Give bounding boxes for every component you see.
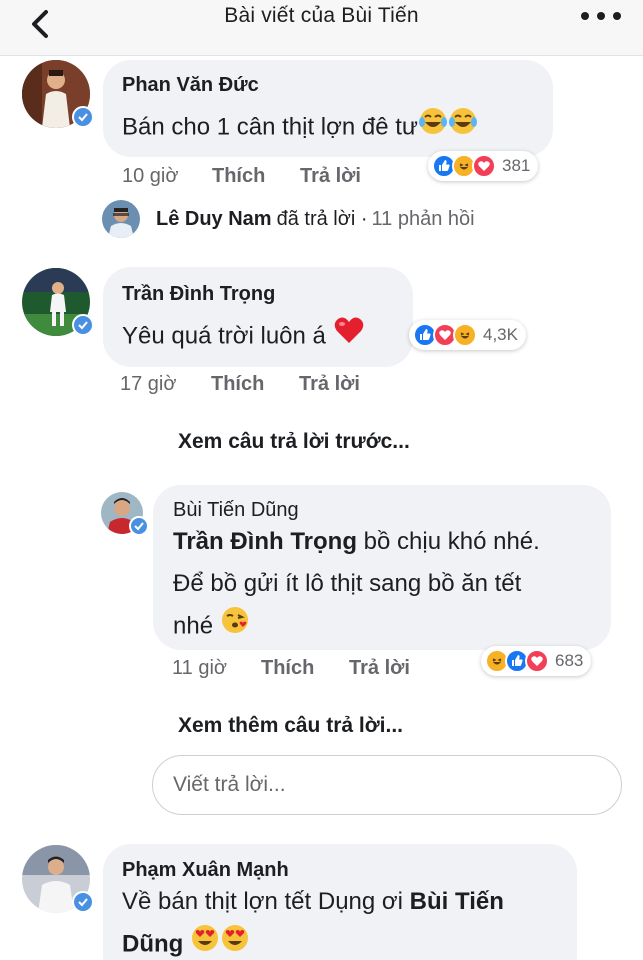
mention-link[interactable]: Bùi Tiến xyxy=(410,888,504,915)
verified-badge-icon xyxy=(72,106,94,128)
comment-text: Bán cho 1 cân thịt lợn đê tư xyxy=(122,106,478,150)
reply-time: 11 giờ xyxy=(172,657,227,679)
avatar[interactable] xyxy=(101,492,149,536)
view-previous-replies-link[interactable]: Xem câu trả lời trước... xyxy=(178,430,410,454)
reply-button[interactable]: Trả lời xyxy=(349,657,410,680)
reply-count: 11 phản hồi xyxy=(371,207,475,230)
mention-link[interactable]: Trần Đình Trọng xyxy=(173,528,357,555)
more-options-button[interactable] xyxy=(581,12,621,22)
avatar[interactable] xyxy=(22,268,94,336)
reply-input-box[interactable] xyxy=(152,755,622,815)
like-button[interactable]: Thích xyxy=(211,373,264,396)
reply-input[interactable] xyxy=(153,756,621,814)
view-more-replies-link[interactable]: Xem thêm câu trả lời... xyxy=(178,714,403,738)
laughing-tears-emoji xyxy=(418,106,448,150)
heart-eyes-emoji xyxy=(190,923,220,960)
reaction-count: 683 xyxy=(555,651,584,670)
reply-author[interactable]: Bùi Tiến Dũng xyxy=(173,499,299,522)
reaction-summary[interactable]: 683 xyxy=(481,646,592,676)
comment-time: 10 giờ xyxy=(122,165,179,187)
love-reaction-icon xyxy=(525,649,549,673)
reply-button[interactable]: Trả lời xyxy=(299,373,360,396)
comment-text: Yêu quá trời luôn á xyxy=(122,315,365,359)
avatar xyxy=(102,200,140,238)
haha-reaction-icon xyxy=(453,323,477,347)
reaction-count: 4,3K xyxy=(483,325,518,344)
avatar[interactable] xyxy=(22,845,94,913)
verified-badge-icon xyxy=(129,516,149,536)
comment-time: 17 giờ xyxy=(120,373,177,395)
page-title: Bài viết của Bùi Tiến xyxy=(224,4,419,27)
like-button[interactable]: Thích xyxy=(212,165,265,188)
verified-badge-icon xyxy=(72,891,94,913)
laughing-tears-emoji xyxy=(448,106,478,150)
avatar-photo-icon xyxy=(102,200,140,238)
reply-button[interactable]: Trả lời xyxy=(300,165,361,188)
red-heart-emoji xyxy=(333,315,365,359)
top-bar: Bài viết của Bùi Tiến xyxy=(0,0,643,56)
reply-text: Trần Đình Trọng bồ chịu khó nhé. Để bồ g… xyxy=(173,521,603,649)
avatar[interactable] xyxy=(22,60,94,128)
replier-name: Lê Duy Nam xyxy=(156,207,272,230)
mention-link[interactable]: Dũng xyxy=(122,930,183,957)
heart-eyes-emoji xyxy=(220,923,250,960)
comment-author[interactable]: Phan Văn Đức xyxy=(122,74,259,97)
replied-text: đã trả lời · xyxy=(276,207,368,230)
comment-author[interactable]: Phạm Xuân Mạnh xyxy=(122,859,289,882)
reaction-summary[interactable]: 4,3K xyxy=(409,320,526,350)
love-reaction-icon xyxy=(472,154,496,178)
kissing-heart-emoji xyxy=(220,605,250,649)
like-button[interactable]: Thích xyxy=(261,657,314,680)
comment-author[interactable]: Trần Đình Trọng xyxy=(122,283,275,306)
verified-badge-icon xyxy=(72,314,94,336)
reaction-count: 381 xyxy=(502,156,531,175)
comment-text: Về bán thịt lợn tết Dụng ơi Bùi Tiến Dũn… xyxy=(122,881,572,960)
more-dots-icon xyxy=(581,12,589,20)
reaction-summary[interactable]: 381 xyxy=(428,151,539,181)
reply-thread-link[interactable]: Lê Duy Nam đã trả lời · 11 phản hồi xyxy=(102,200,475,238)
